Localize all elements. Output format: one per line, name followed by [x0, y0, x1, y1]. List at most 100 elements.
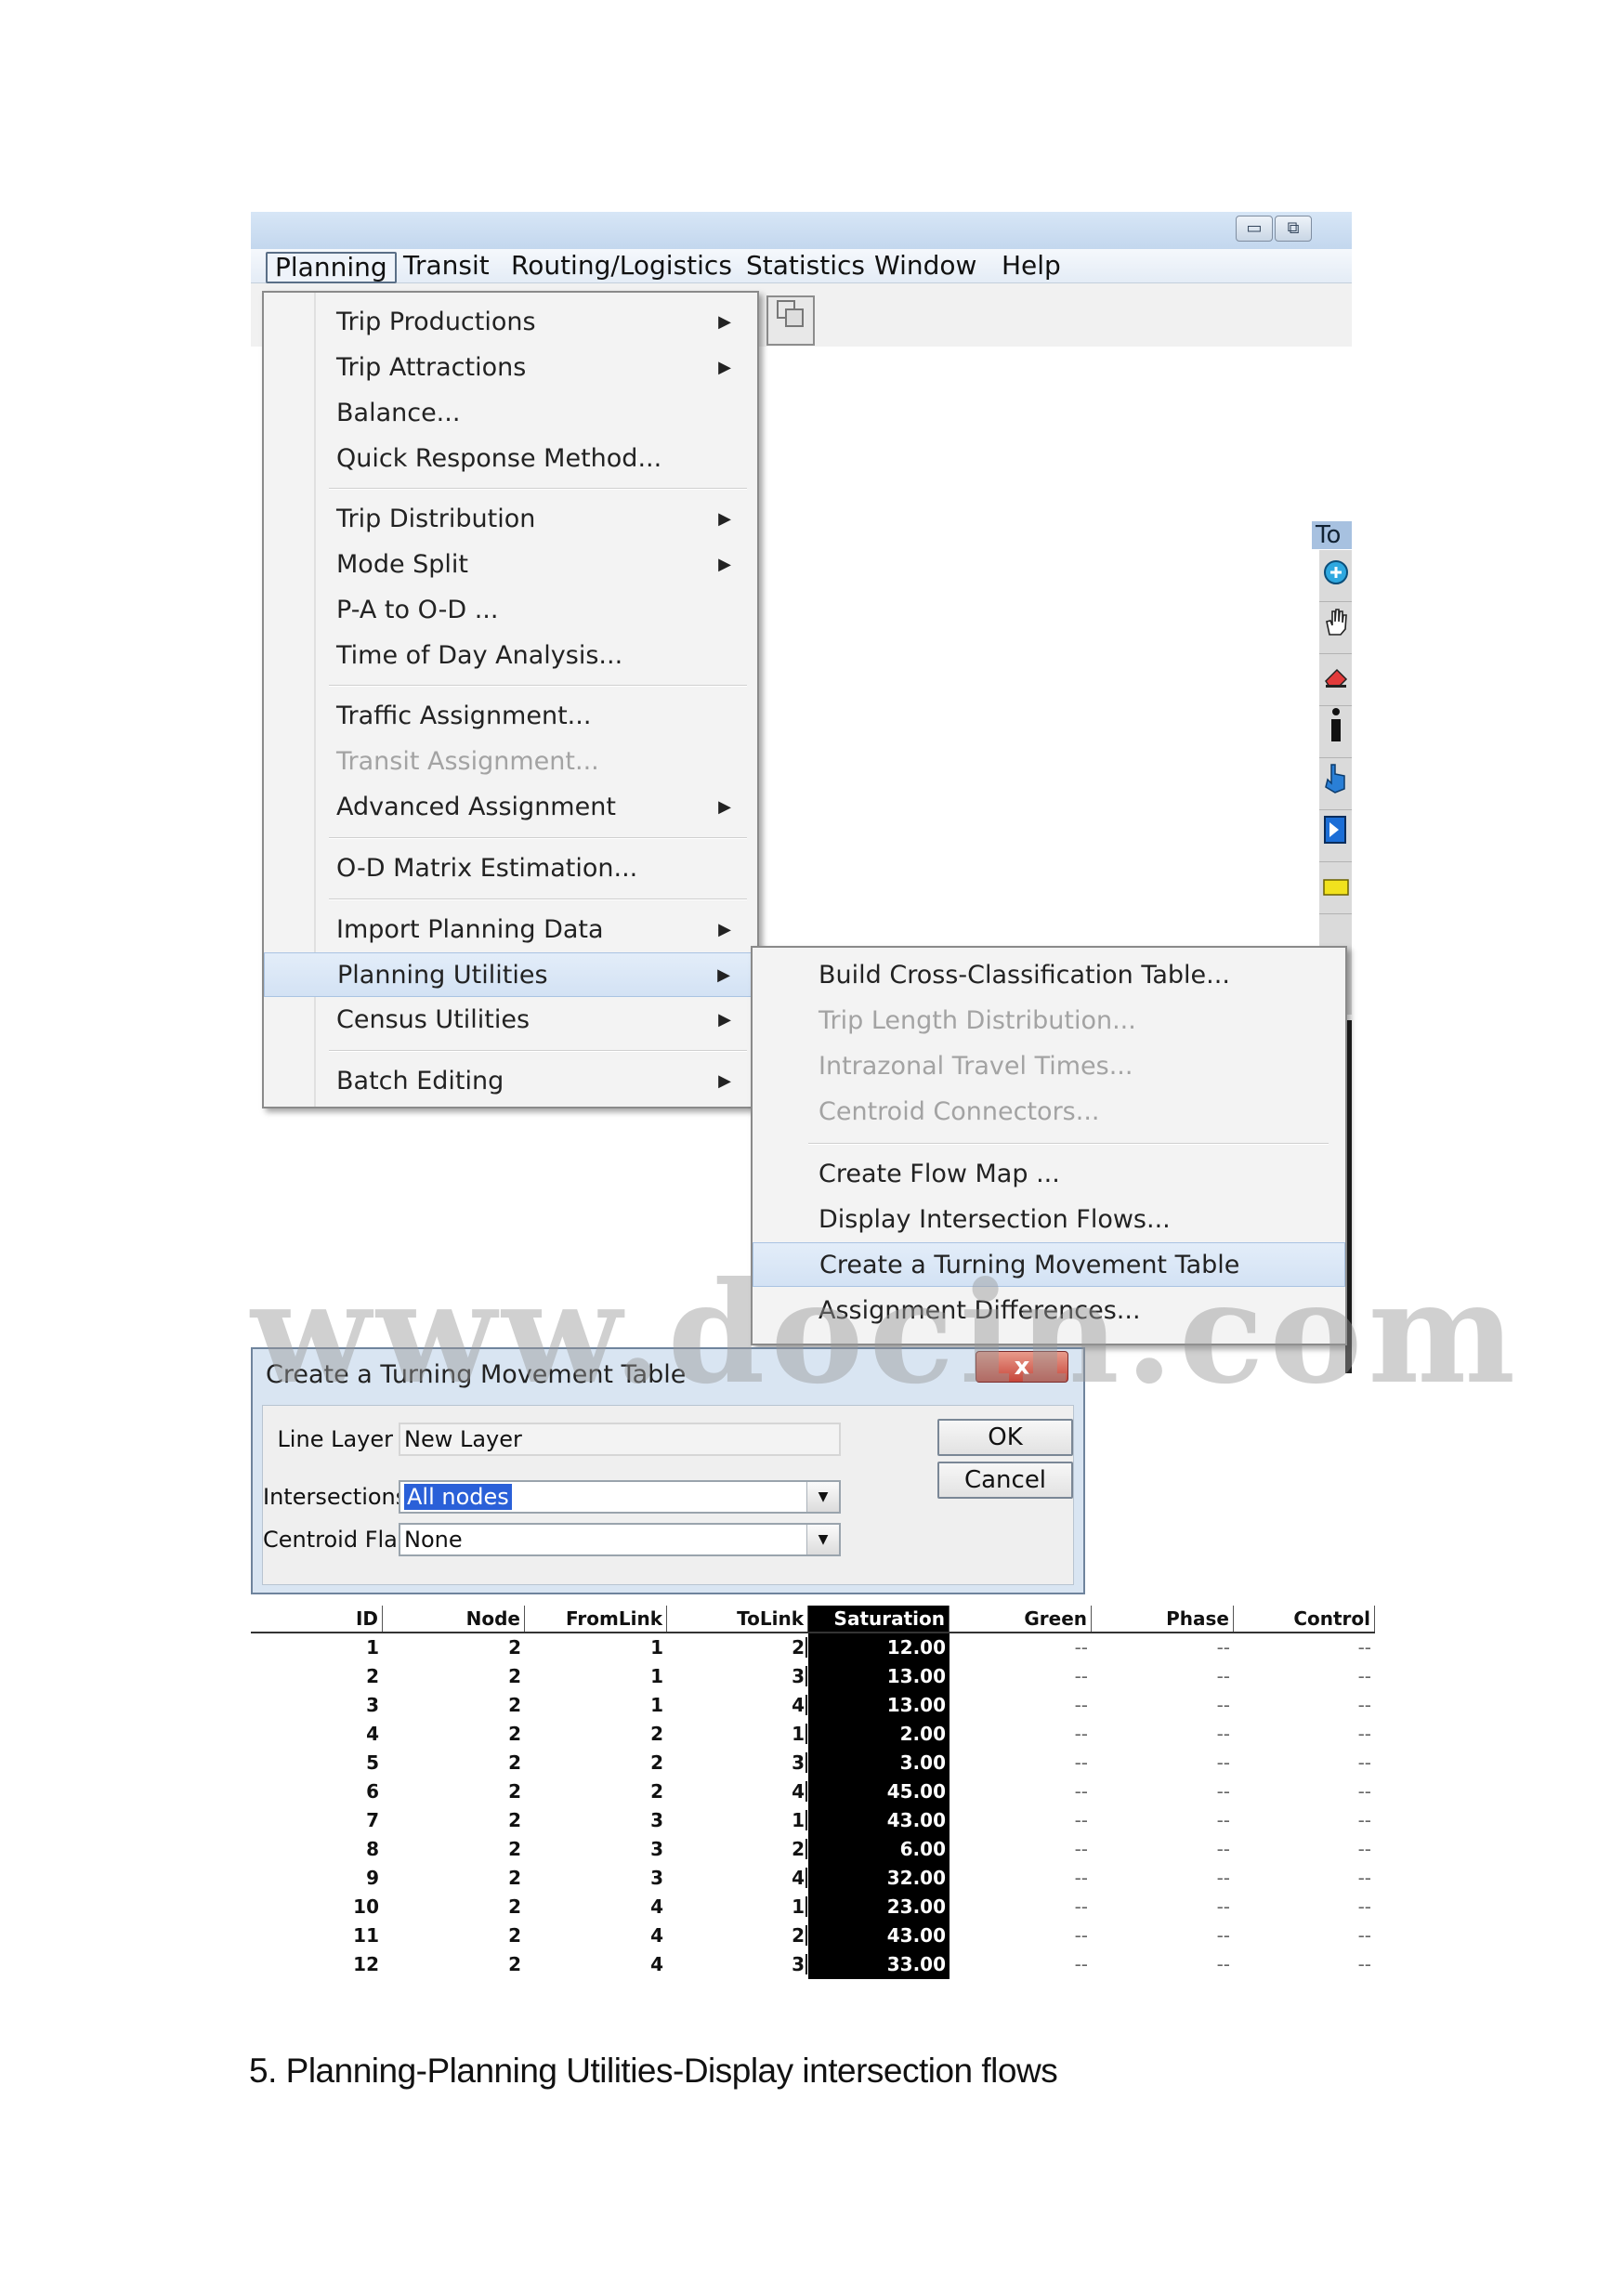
menu-window[interactable]: Window [867, 252, 984, 280]
minimize-button[interactable]: ▭ [1236, 216, 1273, 242]
chevron-down-icon[interactable]: ▼ [806, 1525, 839, 1554]
menu-separator [329, 1050, 747, 1052]
column-header-green[interactable]: Green [950, 1606, 1092, 1632]
table-row[interactable]: 5 2 2 3 3.00 -- -- -- [251, 1749, 1375, 1777]
table-row[interactable]: 9 2 3 4 32.00 -- -- -- [251, 1864, 1375, 1893]
column-header-saturation[interactable]: Saturation [808, 1606, 950, 1632]
select-icon[interactable] [1319, 810, 1352, 862]
cell-control: -- [1357, 1953, 1371, 1975]
menu-item-balance[interactable]: Balance... [264, 391, 757, 436]
table-row[interactable]: 1 2 1 2 12.00 -- -- -- [251, 1633, 1375, 1662]
cell-fromlink: 2 [650, 1723, 663, 1745]
cell-fromlink: 3 [650, 1867, 663, 1889]
cell-node: 2 [508, 1723, 521, 1745]
table-row[interactable]: 3 2 1 4 13.00 -- -- -- [251, 1691, 1375, 1720]
menu-item-od-matrix-estimation[interactable]: O-D Matrix Estimation... [264, 846, 757, 891]
eraser-icon[interactable] [1319, 654, 1352, 706]
cell-id: 5 [366, 1751, 379, 1774]
column-header-fromlink[interactable]: FromLink [525, 1606, 667, 1632]
cell-green: -- [1074, 1895, 1088, 1918]
info-icon[interactable] [1319, 706, 1352, 758]
cell-node: 2 [508, 1924, 521, 1947]
menu-statistics[interactable]: Statistics [739, 252, 872, 280]
menu-help[interactable]: Help [994, 252, 1068, 280]
submenu-item-build-cross-classification-table[interactable]: Build Cross-Classification Table... [753, 953, 1345, 998]
menu-item-trip-productions[interactable]: Trip Productions ▶ [264, 300, 757, 345]
table-row[interactable]: 11 2 4 2 43.00 -- -- -- [251, 1921, 1375, 1950]
app-window: ▭ ⧉ Planning Transit Routing/Logistics S… [251, 212, 1352, 1373]
label-icon[interactable] [1319, 862, 1352, 914]
zoom-in-icon[interactable] [1319, 550, 1352, 602]
intersections-select[interactable]: All nodes ▼ [399, 1480, 841, 1514]
menu-item-pa-to-od[interactable]: P-A to O-D ... [264, 588, 757, 633]
cell-id: 1 [366, 1636, 379, 1659]
menu-item-quick-response-method[interactable]: Quick Response Method... [264, 437, 757, 481]
pointer-icon[interactable] [1319, 758, 1352, 810]
cell-control: -- [1357, 1895, 1371, 1918]
menu-item-traffic-assignment[interactable]: Traffic Assignment... [264, 694, 757, 739]
cell-fromlink: 4 [650, 1924, 663, 1947]
ok-button[interactable]: OK [937, 1419, 1073, 1456]
cell-id: 3 [366, 1694, 379, 1716]
menu-planning[interactable]: Planning [266, 252, 397, 283]
cell-phase: -- [1216, 1723, 1230, 1745]
column-header-id[interactable]: ID [251, 1606, 383, 1632]
cell-fromlink: 1 [650, 1665, 663, 1687]
cell-saturation: 13.00 [808, 1691, 950, 1720]
cell-fromlink: 3 [650, 1809, 663, 1831]
menu-item-planning-utilities[interactable]: Planning Utilities ▶ [264, 952, 757, 997]
menu-item-trip-attractions[interactable]: Trip Attractions ▶ [264, 346, 757, 390]
table-row[interactable]: 2 2 1 3 13.00 -- -- -- [251, 1662, 1375, 1691]
menu-item-trip-distribution[interactable]: Trip Distribution ▶ [264, 497, 757, 542]
menu-item-import-planning-data[interactable]: Import Planning Data ▶ [264, 908, 757, 952]
cell-divider [805, 1752, 807, 1773]
cell-tolink: 1 [792, 1809, 805, 1831]
table-row[interactable]: 8 2 3 2 6.00 -- -- -- [251, 1835, 1375, 1864]
column-header-control[interactable]: Control [1234, 1606, 1375, 1632]
watermark: www.docin.com [251, 1252, 1522, 1415]
cell-phase: -- [1216, 1751, 1230, 1774]
hand-pan-icon[interactable] [1319, 602, 1352, 654]
cell-phase: -- [1216, 1895, 1230, 1918]
menu-item-census-utilities[interactable]: Census Utilities ▶ [264, 998, 757, 1043]
cell-node: 2 [508, 1694, 521, 1716]
intersections-label: Intersections [263, 1484, 408, 1510]
submenu-item-display-intersection-flows[interactable]: Display Intersection Flows... [753, 1198, 1345, 1242]
column-header-phase[interactable]: Phase [1092, 1606, 1234, 1632]
table-row[interactable]: 10 2 4 1 23.00 -- -- -- [251, 1893, 1375, 1921]
centroid-flag-select[interactable]: None ▼ [399, 1523, 841, 1556]
menu-item-time-of-day-analysis[interactable]: Time of Day Analysis... [264, 634, 757, 678]
submenu-item-intrazonal-travel-times: Intrazonal Travel Times... [819, 1052, 1133, 1081]
cell-divider [805, 1954, 807, 1974]
cell-node: 2 [508, 1751, 521, 1774]
menu-routing-logistics[interactable]: Routing/Logistics [504, 252, 740, 280]
table-row[interactable]: 7 2 3 1 43.00 -- -- -- [251, 1806, 1375, 1835]
cell-node: 2 [508, 1895, 521, 1918]
layers-icon [777, 300, 804, 327]
menu-item-advanced-assignment[interactable]: Advanced Assignment ▶ [264, 785, 757, 830]
chevron-down-icon[interactable]: ▼ [806, 1482, 839, 1512]
table-row[interactable]: 12 2 4 3 33.00 -- -- -- [251, 1950, 1375, 1979]
cell-id: 11 [353, 1924, 379, 1947]
cell-divider [805, 1637, 807, 1658]
line-layer-label: Line Layer [277, 1426, 393, 1452]
cell-saturation: 32.00 [808, 1864, 950, 1893]
menu-item-batch-editing[interactable]: Batch Editing ▶ [264, 1059, 757, 1104]
cell-phase: -- [1216, 1636, 1230, 1659]
cell-green: -- [1074, 1867, 1088, 1889]
menu-transit[interactable]: Transit [396, 252, 497, 280]
layers-toolbar-button[interactable] [766, 295, 815, 346]
cell-green: -- [1074, 1694, 1088, 1716]
table-row[interactable]: 6 2 2 4 45.00 -- -- -- [251, 1777, 1375, 1806]
column-header-node[interactable]: Node [383, 1606, 525, 1632]
table-row[interactable]: 4 2 2 1 2.00 -- -- -- [251, 1720, 1375, 1749]
cancel-button[interactable]: Cancel [937, 1462, 1073, 1499]
cell-phase: -- [1216, 1838, 1230, 1860]
cell-divider [805, 1781, 807, 1802]
cell-green: -- [1074, 1723, 1088, 1745]
cell-saturation: 33.00 [808, 1950, 950, 1979]
submenu-item-create-flow-map[interactable]: Create Flow Map ... [753, 1152, 1345, 1197]
menu-item-mode-split[interactable]: Mode Split ▶ [264, 543, 757, 587]
column-header-tolink[interactable]: ToLink [667, 1606, 808, 1632]
restore-button[interactable]: ⧉ [1275, 216, 1312, 242]
